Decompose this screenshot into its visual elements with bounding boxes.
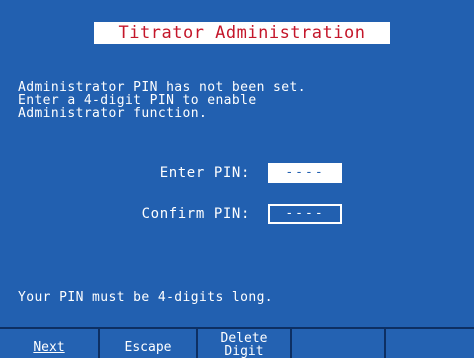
softkey-bar: Next Escape Delete Digit xyxy=(0,327,474,358)
page-title: Titrator Administration xyxy=(94,22,390,44)
next-button[interactable]: Next xyxy=(0,329,100,358)
titrator-admin-screen: Titrator Administration Administrator PI… xyxy=(0,0,474,358)
pin-length-hint: Your PIN must be 4-digits long. xyxy=(18,290,274,305)
message-line-3: Administrator function. xyxy=(18,106,208,121)
delete-digit-button[interactable]: Delete Digit xyxy=(198,329,292,358)
next-button-label: Next xyxy=(33,340,65,355)
softkey-4[interactable] xyxy=(292,329,386,358)
escape-button[interactable]: Escape xyxy=(100,329,198,358)
enter-pin-label: Enter PIN: xyxy=(159,165,250,181)
escape-button-label: Escape xyxy=(124,340,172,355)
pin-not-set-message: Administrator PIN has not been set. Ente… xyxy=(18,81,458,120)
softkey-5[interactable] xyxy=(386,329,474,358)
enter-pin-field[interactable]: ---- xyxy=(268,163,342,183)
confirm-pin-field[interactable]: ---- xyxy=(268,204,342,224)
delete-digit-label-line-2: Digit xyxy=(224,344,264,358)
confirm-pin-label: Confirm PIN: xyxy=(141,206,250,222)
